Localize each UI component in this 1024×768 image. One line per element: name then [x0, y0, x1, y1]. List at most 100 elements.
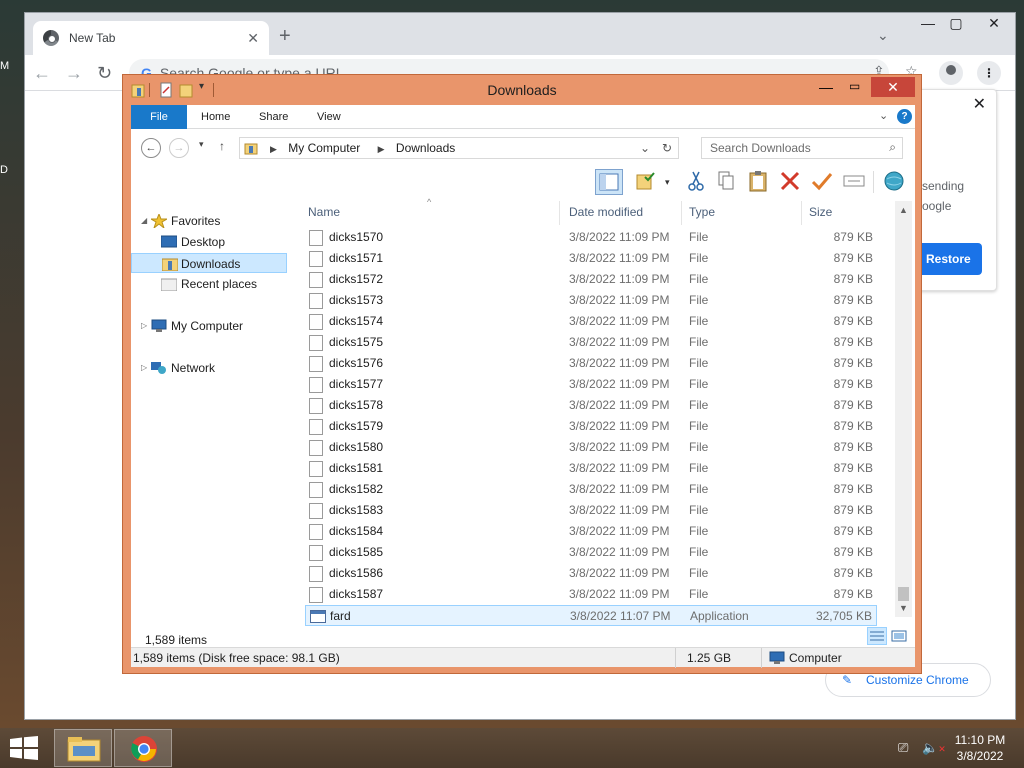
- file-row[interactable]: dicks1575 3/8/2022 11:09 PM File 879 KB: [305, 332, 877, 353]
- nav-item-favorites[interactable]: ◢ Favorites: [131, 211, 291, 231]
- chrome-minimize-button[interactable]: —: [913, 15, 943, 35]
- explorer-maximize-button[interactable]: ▭: [849, 79, 860, 93]
- select-button[interactable]: [841, 169, 869, 195]
- file-row[interactable]: dicks1582 3/8/2022 11:09 PM File 879 KB: [305, 479, 877, 500]
- expand-arrow-icon[interactable]: ▷: [141, 316, 147, 336]
- back-arrow-icon[interactable]: ←: [141, 138, 161, 158]
- nav-label: Recent places: [181, 277, 258, 291]
- new-tab-plus-icon[interactable]: +: [279, 25, 291, 48]
- vertical-scrollbar[interactable]: ▲ ▼: [895, 201, 912, 617]
- tab-share[interactable]: Share: [247, 105, 300, 129]
- file-row[interactable]: dicks1579 3/8/2022 11:09 PM File 879 KB: [305, 416, 877, 437]
- file-row[interactable]: fard 3/8/2022 11:07 PM Application 32,705 K…: [305, 605, 877, 626]
- tab-file[interactable]: File: [131, 105, 187, 129]
- file-row[interactable]: dicks1586 3/8/2022 11:09 PM File 879 KB: [305, 563, 877, 584]
- nav-item-network[interactable]: ▷ Network: [131, 358, 291, 378]
- forward-arrow-icon[interactable]: →: [65, 63, 83, 84]
- copy-button[interactable]: [713, 169, 741, 195]
- nav-item-recent-places[interactable]: Recent places: [131, 274, 291, 294]
- chrome-maximize-button[interactable]: ▢: [941, 15, 971, 35]
- scroll-thumb[interactable]: [898, 587, 909, 601]
- search-icon[interactable]: ⌕: [889, 140, 896, 155]
- folder-icon: [244, 143, 258, 155]
- expand-arrow-icon[interactable]: ▷: [141, 358, 147, 378]
- windows-start-icon[interactable]: [10, 736, 38, 760]
- file-row[interactable]: dicks1581 3/8/2022 11:09 PM File 879 KB: [305, 458, 877, 479]
- taskbar-file-explorer[interactable]: [54, 729, 112, 767]
- help-icon[interactable]: ?: [897, 109, 912, 124]
- column-type[interactable]: Type: [689, 205, 715, 219]
- system-clock[interactable]: 11:10 PM 3/8/2022: [948, 732, 1012, 764]
- breadcrumb-separator-icon[interactable]: ▶: [378, 144, 385, 154]
- column-date-modified[interactable]: Date modified: [569, 205, 643, 219]
- breadcrumb-separator-icon[interactable]: ▶: [270, 144, 277, 154]
- preview-pane-button[interactable]: [595, 169, 623, 195]
- network-button[interactable]: [881, 169, 909, 195]
- collapse-arrow-icon[interactable]: ◢: [141, 211, 147, 231]
- cut-button[interactable]: [683, 169, 711, 195]
- tab-search-chevron-icon[interactable]: ⌄: [877, 27, 889, 44]
- restore-button[interactable]: Restore: [916, 243, 982, 275]
- file-type: File: [689, 419, 709, 433]
- file-size: 879 KB: [833, 461, 873, 475]
- scroll-down-icon[interactable]: ▼: [899, 603, 908, 613]
- chrome-tab-new-tab[interactable]: New Tab ✕: [33, 21, 269, 55]
- column-separator[interactable]: [559, 201, 560, 225]
- address-dropdown-icon[interactable]: ⌄: [640, 138, 650, 158]
- breadcrumb-my-computer[interactable]: My Computer: [288, 141, 360, 155]
- rename-button[interactable]: [809, 169, 837, 195]
- delete-button[interactable]: [777, 169, 805, 195]
- tab-view[interactable]: View: [305, 105, 353, 129]
- file-row[interactable]: dicks1574 3/8/2022 11:09 PM File 879 KB: [305, 311, 877, 332]
- reload-icon[interactable]: ↻: [97, 63, 112, 84]
- volume-muted-icon[interactable]: 🔈✕: [922, 740, 946, 756]
- file-row[interactable]: dicks1576 3/8/2022 11:09 PM File 879 KB: [305, 353, 877, 374]
- scroll-up-icon[interactable]: ▲: [899, 205, 908, 215]
- explorer-titlebar[interactable]: ▾ Downloads — ▭ ✕: [123, 75, 921, 105]
- file-row[interactable]: dicks1570 3/8/2022 11:09 PM File 879 KB: [305, 227, 877, 248]
- back-arrow-icon[interactable]: ←: [33, 63, 51, 84]
- tab-home[interactable]: Home: [189, 105, 242, 129]
- column-size[interactable]: Size: [809, 205, 832, 219]
- file-row[interactable]: dicks1577 3/8/2022 11:09 PM File 879 KB: [305, 374, 877, 395]
- column-name[interactable]: Name: [308, 205, 340, 219]
- search-downloads-input[interactable]: Search Downloads ⌕: [701, 137, 903, 159]
- file-row[interactable]: dicks1587 3/8/2022 11:09 PM File 879 KB: [305, 584, 877, 605]
- file-date: 3/8/2022 11:09 PM: [569, 587, 670, 601]
- nav-label: Network: [171, 361, 216, 375]
- forward-arrow-icon[interactable]: →: [169, 138, 189, 158]
- nav-item-my-computer[interactable]: ▷ My Computer: [131, 316, 291, 336]
- close-tab-icon[interactable]: ✕: [247, 30, 259, 47]
- file-row[interactable]: dicks1583 3/8/2022 11:09 PM File 879 KB: [305, 500, 877, 521]
- paste-button[interactable]: [745, 169, 773, 195]
- breadcrumb-downloads[interactable]: Downloads: [396, 141, 455, 155]
- file-row[interactable]: dicks1572 3/8/2022 11:09 PM File 879 KB: [305, 269, 877, 290]
- address-bar[interactable]: ▶ My Computer ▶ Downloads ⌄ ↻: [239, 137, 679, 159]
- file-row[interactable]: dicks1571 3/8/2022 11:09 PM File 879 KB: [305, 248, 877, 269]
- nav-item-desktop[interactable]: Desktop: [131, 232, 291, 252]
- file-row[interactable]: dicks1585 3/8/2022 11:09 PM File 879 KB: [305, 542, 877, 563]
- chrome-menu-icon[interactable]: ⋮: [977, 61, 1001, 85]
- file-row[interactable]: dicks1584 3/8/2022 11:09 PM File 879 KB: [305, 521, 877, 542]
- up-arrow-icon[interactable]: ↑: [219, 139, 225, 153]
- explorer-close-button[interactable]: ✕: [871, 77, 915, 97]
- nav-item-downloads[interactable]: Downloads: [131, 253, 287, 273]
- close-card-icon[interactable]: ✕: [973, 94, 986, 114]
- details-view-button[interactable]: [867, 627, 887, 645]
- file-row[interactable]: dicks1578 3/8/2022 11:09 PM File 879 KB: [305, 395, 877, 416]
- dropdown-caret-icon[interactable]: ▾: [665, 177, 670, 188]
- taskbar-chrome[interactable]: [114, 729, 172, 767]
- chrome-close-button[interactable]: ✕: [979, 15, 1009, 35]
- column-separator[interactable]: [801, 201, 802, 225]
- refresh-icon[interactable]: ↻: [662, 138, 672, 158]
- network-tray-icon[interactable]: ⎚: [898, 740, 908, 756]
- profile-avatar-icon[interactable]: [939, 61, 963, 85]
- file-row[interactable]: dicks1573 3/8/2022 11:09 PM File 879 KB: [305, 290, 877, 311]
- properties-button[interactable]: [633, 169, 661, 195]
- file-row[interactable]: dicks1580 3/8/2022 11:09 PM File 879 KB: [305, 437, 877, 458]
- explorer-minimize-button[interactable]: —: [819, 79, 833, 95]
- column-separator[interactable]: [681, 201, 682, 225]
- expand-ribbon-icon[interactable]: ⌄: [879, 109, 888, 122]
- large-icons-view-button[interactable]: [889, 627, 909, 645]
- recent-locations-icon[interactable]: ▾: [199, 139, 204, 150]
